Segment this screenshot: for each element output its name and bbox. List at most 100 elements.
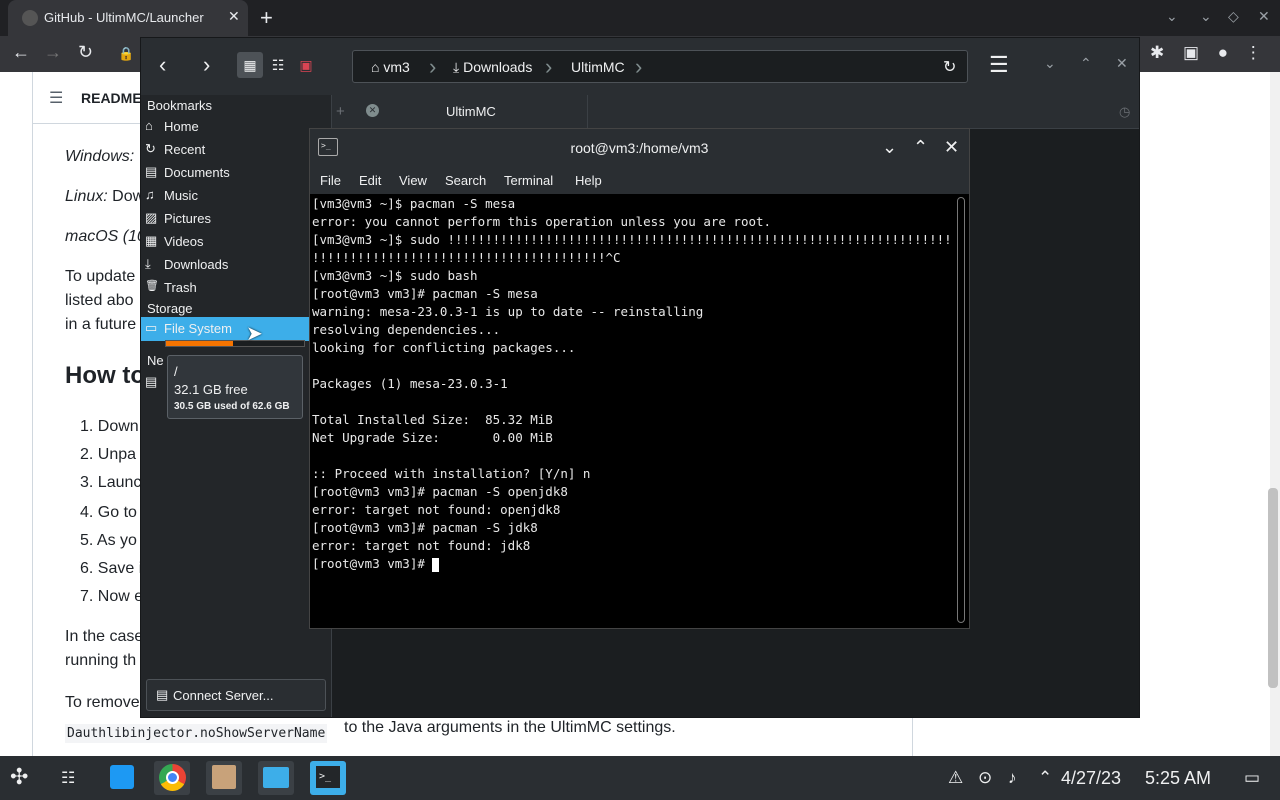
terminal-line: [root@vm3 vm3]# pacman -S mesa <box>312 286 538 301</box>
server-icon: ▤ <box>156 687 169 702</box>
new-tab-button[interactable]: + <box>260 5 273 31</box>
recent-tabs-icon[interactable]: ◷ <box>1119 104 1130 120</box>
side-panel-icon[interactable]: ▣ <box>1183 43 1199 62</box>
terminal-line: error: target not found: jdk8 <box>312 538 531 553</box>
connect-server-button[interactable]: ▤ Connect Server... <box>146 679 326 711</box>
network-icon: ▤ <box>145 374 158 389</box>
menu-terminal[interactable]: Terminal <box>504 173 553 188</box>
terminal-line: [root@vm3 vm3]# pacman -S jdk8 <box>312 520 538 535</box>
close-icon[interactable]: ✕ <box>366 104 379 117</box>
menu-help[interactable]: Help <box>575 173 602 188</box>
tab-search-icon[interactable]: ⌄ <box>1166 8 1178 25</box>
home-icon: ⌂ <box>145 118 153 133</box>
terminal-menubar: File Edit View Search Terminal Help <box>310 167 969 194</box>
mouse-pointer-icon: ➤ <box>246 323 263 345</box>
discover-store-icon[interactable] <box>104 761 140 795</box>
menu-view[interactable]: View <box>399 173 427 188</box>
minimize-icon[interactable]: ⌄ <box>1044 55 1056 72</box>
bookmarks-header: Bookmarks <box>147 98 213 113</box>
list-item: 2. Unpa <box>80 446 137 463</box>
add-tab-icon[interactable]: + <box>336 103 345 120</box>
compact-view-icon[interactable]: ☷ <box>265 52 291 78</box>
maximize-icon[interactable]: ◇ <box>1228 8 1239 25</box>
terminal-line: [vm3@vm3 ~]$ pacman -S mesa <box>312 196 516 211</box>
place-videos[interactable]: ▦ Videos <box>141 230 331 253</box>
extensions-icon[interactable]: ✱ <box>1150 43 1164 62</box>
list-item: 1. Down <box>80 418 139 435</box>
hamburger-menu-icon[interactable]: ☰ <box>989 52 1009 78</box>
settings-app-icon[interactable]: ☷ <box>52 761 88 795</box>
page-paragraph: To update <box>65 268 136 285</box>
back-icon[interactable]: ← <box>12 42 30 63</box>
breadcrumb-home[interactable]: ⌂ vm3 <box>371 59 410 75</box>
menu-search[interactable]: Search <box>445 173 486 188</box>
tab-ultimmc[interactable]: ✕ UltimMC <box>358 95 588 129</box>
disk-usage-bar <box>165 340 305 347</box>
minimize-icon[interactable]: ⌄ <box>882 137 897 158</box>
place-documents[interactable]: ▤ Documents <box>141 161 331 184</box>
menu-file[interactable]: File <box>320 173 341 188</box>
readme-label: README <box>81 90 142 106</box>
terminal-line: [root@vm3 vm3]# <box>312 555 954 573</box>
forward-icon[interactable]: → <box>44 42 62 63</box>
terminal-output[interactable]: [vm3@vm3 ~]$ pacman -S mesa error: you ca… <box>312 195 954 625</box>
forward-icon[interactable]: › <box>203 52 210 78</box>
page-paragraph: running th <box>65 652 137 669</box>
terminal-titlebar[interactable]: >_ root@vm3:/home/vm3 ⌄ ⌃ ✕ <box>310 129 969 167</box>
terminal-line: resolving dependencies... <box>312 322 501 337</box>
terminal-scrollbar[interactable] <box>957 197 965 623</box>
tab-close-icon[interactable]: ✕ <box>228 8 240 25</box>
icons-view-icon[interactable]: ▦ <box>237 52 263 78</box>
page-paragraph: in a future <box>65 316 137 333</box>
chrome-menu-icon[interactable]: ⋮ <box>1245 43 1262 62</box>
breadcrumb[interactable]: ⌂ vm3 › ⤓ Downloads › UltimMC › ↻ <box>352 50 968 83</box>
place-downloads[interactable]: ⤓ Downloads <box>141 253 331 276</box>
breadcrumb-downloads[interactable]: ⤓ Downloads <box>453 59 532 76</box>
close-icon[interactable]: ✕ <box>944 137 959 158</box>
place-trash[interactable]: 🗑 Trash <box>141 276 331 299</box>
trash-icon: 🗑 <box>145 280 159 292</box>
text-cursor <box>432 557 440 572</box>
browser-tab[interactable]: GitHub - UltimMC/Launcher ✕ <box>8 0 248 36</box>
profile-avatar-icon[interactable]: ● <box>1218 43 1228 62</box>
place-pictures[interactable]: ▨ Pictures <box>141 207 331 230</box>
clock-date[interactable]: 4/27/23 <box>1061 768 1121 789</box>
place-music[interactable]: ♫ Music <box>141 184 331 207</box>
place-home[interactable]: ⌂ Home <box>141 115 331 138</box>
notifications-icon[interactable]: ⚠ <box>948 768 963 788</box>
maximize-icon[interactable]: ⌃ <box>1080 55 1092 72</box>
page-line: Windows: <box>65 148 135 165</box>
terminal-app-icon[interactable]: >_ <box>310 761 346 795</box>
expand-tray-icon[interactable]: ⌃ <box>1038 768 1052 788</box>
minimize-icon[interactable]: ⌄ <box>1200 8 1212 25</box>
disk-usage-fill <box>166 341 234 346</box>
storage-header: Storage <box>147 301 193 316</box>
outline-list-icon[interactable]: ☰ <box>49 88 63 108</box>
page-scroll-thumb[interactable] <box>1268 488 1278 688</box>
place-recent[interactable]: ↻ Recent <box>141 138 331 161</box>
back-icon[interactable]: ‹ <box>159 52 166 78</box>
clock-time[interactable]: 5:25 AM <box>1145 768 1211 789</box>
details-view-icon[interactable]: ▣ <box>293 52 319 78</box>
menu-edit[interactable]: Edit <box>359 173 381 188</box>
volume-muted-icon[interactable]: ♪ <box>1008 768 1017 788</box>
updates-icon[interactable]: ⊙ <box>978 768 992 788</box>
page-paragraph: listed abo <box>65 292 134 309</box>
terminal-line: Total Installed Size: 85.32 MiB <box>312 412 553 427</box>
close-icon[interactable]: ✕ <box>1116 55 1128 72</box>
maximize-icon[interactable]: ⌃ <box>913 137 928 158</box>
file-manager-app-icon[interactable] <box>258 761 294 795</box>
close-window-icon[interactable]: ✕ <box>1258 8 1270 25</box>
pictures-icon: ▨ <box>145 210 158 225</box>
lock-icon: 🔒 <box>118 46 135 61</box>
breadcrumb-ultimmc[interactable]: UltimMC <box>571 59 625 75</box>
archive-app-icon[interactable] <box>206 761 242 795</box>
chrome-app-icon[interactable] <box>154 761 190 795</box>
show-desktop-icon[interactable]: ▭ <box>1244 768 1260 788</box>
reload-icon[interactable]: ↻ <box>943 57 956 77</box>
place-file-system[interactable]: ▭ File System <box>141 317 331 341</box>
reload-icon[interactable]: ↻ <box>78 42 93 63</box>
app-launcher-icon[interactable]: ✣ <box>10 764 28 790</box>
home-icon: ⌂ <box>371 59 384 75</box>
